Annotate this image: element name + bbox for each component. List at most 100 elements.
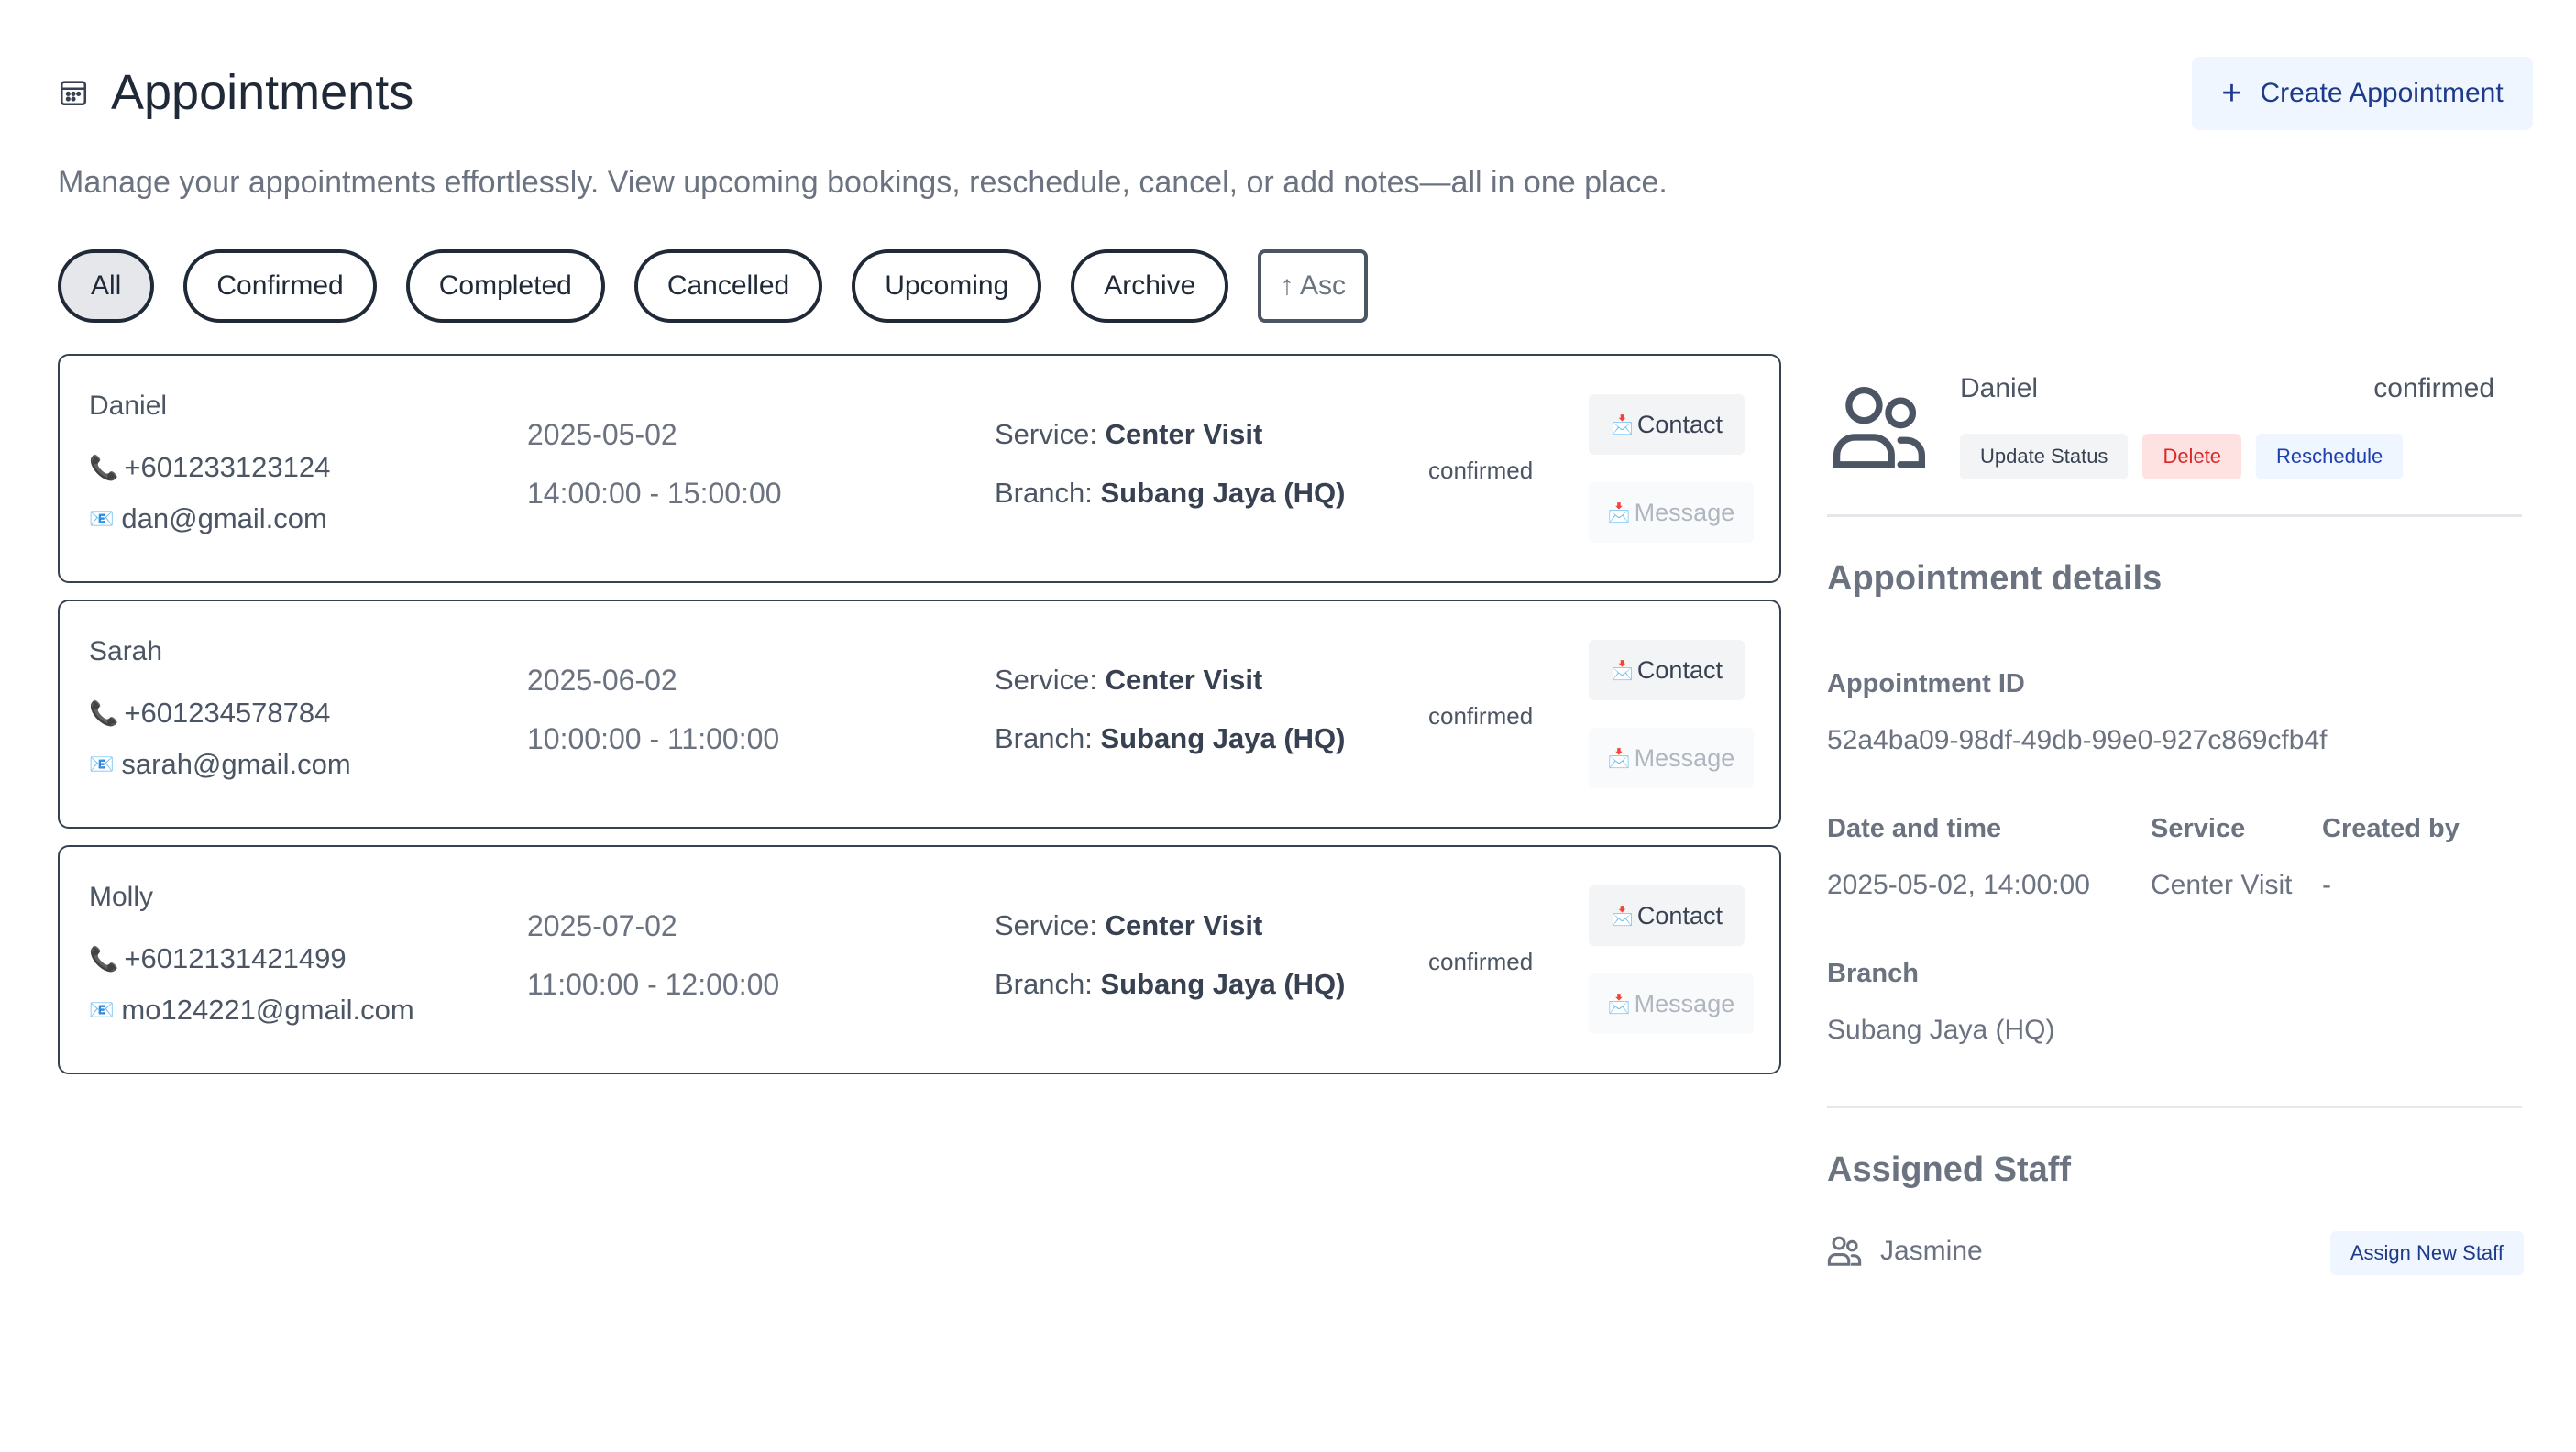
branch-value: Subang Jaya (HQ)	[1827, 1015, 2055, 1045]
page-subtitle: Manage your appointments effortlessly. V…	[58, 165, 1668, 200]
create-appointment-label: Create Appointment	[2260, 78, 2504, 108]
message-button[interactable]: 📩 Message	[1589, 974, 1754, 1034]
assign-new-staff-button[interactable]: Assign New Staff	[2329, 1231, 2524, 1275]
plus-icon: +	[2221, 73, 2242, 113]
appointment-service: Service: Center Visit	[995, 909, 1262, 942]
filter-completed[interactable]: Completed	[405, 249, 605, 323]
appointment-id-label: Appointment ID	[1827, 669, 2025, 698]
message-label: Message	[1634, 498, 1735, 526]
customer-phone: 📞 +6012131421499	[89, 942, 347, 975]
customer-name: Molly	[89, 882, 154, 912]
envelope-icon: 📧	[89, 998, 115, 1021]
branch-label: Branch:	[995, 968, 1093, 1000]
customer-phone: 📞 +601234578784	[89, 697, 330, 730]
appointment-card[interactable]: Molly 📞 +6012131421499 📧 mo124221@gmail.co…	[58, 845, 1781, 1074]
mailbox-icon: 📩	[1607, 994, 1631, 1015]
branch-value: Subang Jaya (HQ)	[1100, 722, 1346, 754]
envelope-icon: 📧	[89, 753, 115, 776]
appointment-service: Service: Center Visit	[995, 664, 1262, 697]
message-label: Message	[1634, 989, 1735, 1018]
delete-button[interactable]: Delete	[2142, 434, 2242, 479]
appointment-branch: Branch: Subang Jaya (HQ)	[995, 722, 1345, 755]
divider	[1827, 1106, 2522, 1108]
status-badge: confirmed	[1428, 948, 1534, 975]
service-value: Center Visit	[1105, 664, 1263, 696]
staff-name: Jasmine	[1880, 1236, 1983, 1266]
appointment-details-title: Appointment details	[1827, 559, 2163, 598]
service-label: Service:	[995, 664, 1097, 696]
envelope-icon: 📧	[89, 507, 115, 530]
appointment-branch: Branch: Subang Jaya (HQ)	[995, 968, 1345, 1001]
detail-actions: Update Status Delete Reschedule	[1960, 434, 2417, 479]
mailbox-icon: 📩	[1611, 906, 1634, 927]
filter-upcoming[interactable]: Upcoming	[852, 249, 1042, 323]
assigned-staff-title: Assigned Staff	[1827, 1150, 2072, 1189]
appointment-id-value: 52a4ba09-98df-49db-99e0-927c869cfb4f	[1827, 725, 2328, 755]
branch-label: Branch	[1827, 959, 1919, 988]
status-badge: confirmed	[1428, 702, 1534, 730]
detail-customer-name: Daniel	[1960, 373, 2039, 403]
branch-value: Subang Jaya (HQ)	[1100, 477, 1346, 509]
reschedule-button[interactable]: Reschedule	[2256, 434, 2404, 479]
customer-phone: 📞 +601233123124	[89, 451, 330, 484]
phone-icon: 📞	[89, 944, 119, 973]
customer-name: Sarah	[89, 636, 163, 666]
date-time-label: Date and time	[1827, 814, 2002, 843]
users-icon	[1833, 386, 1926, 468]
appointment-card[interactable]: Daniel 📞 +601233123124 📧 dan@gmail.com 202…	[58, 354, 1781, 583]
appointment-service: Service: Center Visit	[995, 418, 1262, 451]
detail-status-badge: confirmed	[2373, 373, 2494, 403]
branch-value: Subang Jaya (HQ)	[1100, 968, 1346, 1000]
contact-label: Contact	[1636, 410, 1723, 438]
appointment-card[interactable]: Sarah 📞 +601234578784 📧 sarah@gmail.com 20…	[58, 600, 1781, 829]
update-status-button[interactable]: Update Status	[1960, 434, 2129, 479]
appointment-date: 2025-06-02	[527, 664, 677, 697]
appointment-time: 11:00:00 - 12:00:00	[527, 968, 780, 1001]
service-value: Center Visit	[1105, 418, 1263, 450]
contact-button[interactable]: 📩 Contact	[1589, 886, 1745, 946]
contact-button[interactable]: 📩 Contact	[1589, 394, 1745, 455]
contact-label: Contact	[1636, 655, 1723, 684]
customer-name: Daniel	[89, 390, 168, 421]
mailbox-icon: 📩	[1611, 414, 1634, 435]
sort-asc-button[interactable]: ↑ Asc	[1258, 249, 1369, 323]
title-wrap: Appointments	[58, 64, 413, 121]
message-button[interactable]: 📩 Message	[1589, 482, 1754, 543]
contact-button[interactable]: 📩 Contact	[1589, 640, 1745, 700]
appointment-time: 14:00:00 - 15:00:00	[527, 477, 782, 510]
phone-value: +601234578784	[124, 697, 331, 729]
service-label: Service:	[995, 418, 1097, 450]
created-by-label: Created by	[2322, 814, 2460, 843]
assigned-staff-row: Jasmine	[1827, 1235, 1983, 1268]
date-time-value: 2025-05-02, 14:00:00	[1827, 870, 2090, 900]
users-icon	[1827, 1236, 1862, 1266]
customer-email: 📧 mo124221@gmail.com	[89, 994, 414, 1027]
filter-cancelled[interactable]: Cancelled	[633, 249, 823, 323]
filter-all[interactable]: All	[58, 249, 155, 323]
service-label: Service	[2151, 814, 2246, 843]
mailbox-icon: 📩	[1611, 660, 1634, 681]
service-value: Center Visit	[1105, 909, 1263, 941]
divider	[1827, 514, 2522, 517]
message-button[interactable]: 📩 Message	[1589, 728, 1754, 788]
status-badge: confirmed	[1428, 456, 1534, 484]
appointment-time: 10:00:00 - 11:00:00	[527, 722, 780, 755]
contact-label: Contact	[1636, 901, 1723, 930]
customer-email: 📧 sarah@gmail.com	[89, 748, 351, 781]
phone-icon: 📞	[89, 698, 119, 727]
created-by-value: -	[2322, 870, 2331, 900]
filter-confirmed[interactable]: Confirmed	[183, 249, 377, 323]
create-appointment-button[interactable]: + Create Appointment	[2192, 57, 2533, 130]
service-value: Center Visit	[2151, 870, 2293, 900]
branch-label: Branch:	[995, 477, 1093, 509]
appointment-branch: Branch: Subang Jaya (HQ)	[995, 477, 1345, 510]
phone-icon: 📞	[89, 453, 119, 481]
filter-archive[interactable]: Archive	[1071, 249, 1229, 323]
mailbox-icon: 📩	[1607, 502, 1631, 523]
appointment-date: 2025-07-02	[527, 909, 677, 942]
message-label: Message	[1634, 743, 1735, 772]
appointment-list: Daniel 📞 +601233123124 📧 dan@gmail.com 202…	[58, 354, 1781, 1091]
email-value: mo124221@gmail.com	[121, 994, 414, 1026]
calendar-icon	[60, 81, 87, 106]
filter-bar: All Confirmed Completed Cancelled Upcomi…	[58, 249, 1397, 323]
